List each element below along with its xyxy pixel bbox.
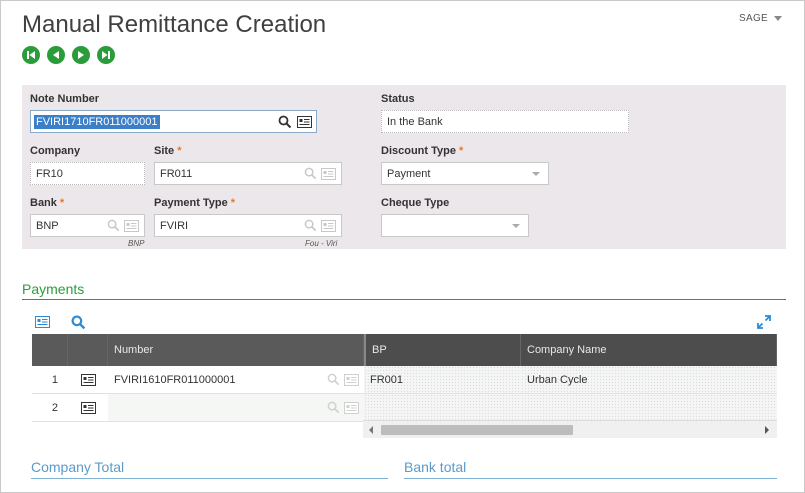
bank-input[interactable]: BNP [30, 214, 145, 237]
bank-total-title: Bank total [404, 459, 467, 475]
grid-header-index [32, 334, 68, 366]
required-asterisk: * [458, 145, 464, 157]
detail-card-icon[interactable] [297, 115, 312, 128]
table-row[interactable]: 1 FVIRI1610FR011000001 FR001 Urban Cycle [32, 366, 777, 394]
payments-divider [22, 299, 786, 300]
record-navigation [22, 46, 115, 64]
site-label: Site * [154, 145, 181, 157]
required-asterisk: * [230, 197, 236, 209]
search-icon[interactable] [278, 115, 292, 129]
required-asterisk: * [177, 145, 182, 157]
cheque-type-select[interactable] [381, 214, 529, 237]
grid-toolbar [32, 313, 777, 333]
row-company-name-cell: Urban Cycle [521, 366, 777, 394]
discount-type-select[interactable]: Payment [381, 162, 549, 185]
scrollbar-thumb[interactable] [381, 425, 573, 435]
page-title: Manual Remittance Creation [22, 11, 327, 38]
chevron-down-icon [532, 171, 540, 176]
payment-type-label: Payment Type * [154, 197, 235, 209]
bank-label: Bank * [30, 197, 64, 209]
row-number-cell[interactable]: FVIRI1610FR011000001 [108, 366, 364, 394]
search-icon[interactable] [327, 401, 340, 414]
table-row[interactable]: 2 [32, 394, 777, 422]
site-value: FR011 [160, 167, 193, 180]
row-company-name-cell [521, 394, 777, 422]
payment-type-value: FVIRI [160, 219, 189, 232]
row-bp-cell: FR001 [364, 366, 521, 394]
search-icon[interactable] [107, 219, 120, 232]
search-icon[interactable] [304, 167, 317, 180]
scroll-right-icon[interactable] [765, 426, 769, 434]
row-bp-cell [364, 394, 521, 422]
company-total-title: Company Total [31, 459, 125, 475]
company-value: FR10 [36, 167, 63, 180]
note-number-label: Note Number [30, 93, 100, 105]
status-value: In the Bank [387, 115, 443, 128]
payment-type-input[interactable]: FVIRI [154, 214, 342, 237]
search-icon[interactable] [71, 315, 86, 330]
grid-header-bp[interactable]: BP [364, 334, 521, 366]
chevron-down-icon [774, 15, 782, 21]
bank-hint: BNP [128, 239, 145, 248]
status-field: In the Bank [381, 110, 629, 133]
row-number-cell[interactable] [108, 394, 364, 422]
nav-previous-icon[interactable] [47, 46, 65, 64]
status-label: Status [381, 93, 415, 105]
payment-type-label-text: Payment Type [154, 197, 228, 209]
chevron-down-icon [512, 223, 520, 228]
user-menu-label: SAGE [739, 13, 768, 24]
grid-header-action [68, 334, 108, 366]
search-icon[interactable] [327, 373, 340, 386]
detail-card-icon[interactable] [321, 219, 336, 232]
detail-card-icon[interactable] [344, 373, 359, 386]
expand-icon[interactable] [757, 315, 771, 329]
company-total-divider [31, 478, 388, 479]
nav-first-icon[interactable] [22, 46, 40, 64]
grid-header-company-name[interactable]: Company Name [521, 334, 777, 366]
cheque-type-label: Cheque Type [381, 197, 450, 209]
detail-card-icon[interactable] [35, 316, 50, 328]
grid-horizontal-scrollbar[interactable] [363, 420, 777, 438]
row-number-value: FVIRI1610FR011000001 [114, 373, 236, 386]
payment-type-hint: Fou - Viri [305, 239, 338, 248]
row-detail-cell[interactable] [68, 366, 108, 394]
site-label-text: Site [154, 145, 175, 157]
bank-label-text: Bank [30, 197, 57, 209]
detail-card-icon[interactable] [344, 401, 359, 414]
scroll-left-icon[interactable] [369, 426, 373, 434]
nav-next-icon[interactable] [72, 46, 90, 64]
detail-card-icon[interactable] [80, 373, 96, 386]
row-detail-cell[interactable] [68, 394, 108, 422]
detail-card-icon[interactable] [321, 167, 336, 180]
detail-card-icon[interactable] [80, 401, 96, 414]
discount-type-label-text: Discount Type [381, 145, 456, 157]
note-number-input[interactable]: FVIRI1710FR011000001 [30, 110, 317, 133]
company-label: Company [30, 145, 81, 157]
detail-card-icon[interactable] [124, 219, 139, 232]
row-index: 1 [32, 366, 68, 394]
discount-type-label: Discount Type * [381, 145, 463, 157]
search-icon[interactable] [304, 219, 317, 232]
grid-header-number[interactable]: Number [108, 334, 364, 366]
payments-section-title: Payments [22, 281, 85, 297]
discount-type-value: Payment [387, 167, 431, 180]
bank-total-divider [404, 478, 777, 479]
row-index: 2 [32, 394, 68, 422]
bank-value: BNP [36, 219, 59, 232]
note-number-value: FVIRI1710FR011000001 [34, 114, 160, 129]
company-field: FR10 [30, 162, 145, 185]
site-input[interactable]: FR011 [154, 162, 342, 185]
required-asterisk: * [59, 197, 65, 209]
page-frame: Manual Remittance Creation SAGE Note Num… [0, 0, 805, 493]
nav-last-icon[interactable] [97, 46, 115, 64]
user-menu[interactable]: SAGE [739, 13, 782, 24]
